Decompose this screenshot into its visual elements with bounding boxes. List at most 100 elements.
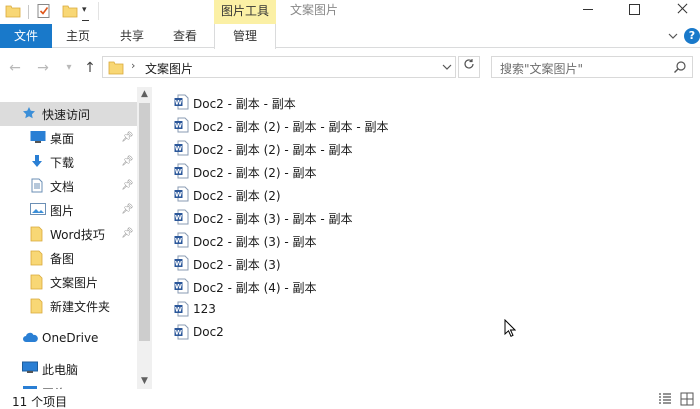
properties-icon[interactable]	[36, 3, 52, 22]
file-name: Doc2 - 副本 (2) - 副本 - 副本	[193, 143, 353, 157]
computer-icon	[22, 361, 38, 378]
sidebar-item-label: Word技巧	[50, 228, 105, 242]
scroll-down-icon[interactable]: ▼	[137, 374, 152, 389]
svg-text:W: W	[175, 306, 182, 314]
sidebar-item-label: 文案图片	[50, 276, 99, 290]
quick-access-dropdown-icon[interactable]: ▾	[82, 3, 89, 21]
navigation-pane: 快速访问 桌面 📌︎ 下载 📌︎ 文档 📌︎ 图片 📌︎ Word技巧 📌︎ 备…	[0, 87, 152, 389]
svg-text:W: W	[175, 145, 182, 153]
star-icon	[22, 106, 36, 123]
folder-icon	[30, 298, 44, 317]
sidebar-item-label: 桌面	[50, 132, 75, 146]
pin-icon[interactable]: 📌︎	[121, 180, 134, 191]
up-arrow-icon[interactable]: ↑	[81, 58, 99, 78]
pin-icon[interactable]: 📌︎	[121, 228, 134, 239]
close-button[interactable]	[660, 0, 700, 22]
sidebar-item-label: 新建文件夹	[50, 300, 111, 314]
divider	[28, 5, 29, 19]
sidebar-item-desktop[interactable]: 桌面 📌︎	[0, 126, 137, 150]
pin-icon[interactable]: 📌︎	[121, 204, 134, 215]
navigation-bar: ← → ▾ ↑ › 文案图片 搜索"文案图片"	[0, 49, 700, 87]
word-document-icon: W	[174, 301, 189, 317]
cloud-icon	[22, 331, 38, 346]
sidebar-item-new-folder[interactable]: 新建文件夹	[0, 294, 137, 318]
recent-locations-icon[interactable]: ▾	[60, 58, 78, 78]
sidebar-item-onedrive[interactable]: OneDrive	[0, 327, 137, 351]
file-name: Doc2 - 副本 (3) - 副本 - 副本	[193, 212, 353, 226]
minimize-button[interactable]	[565, 0, 611, 22]
ribbon-tabs: 文件 主页 共享 查看 管理 ?	[0, 24, 700, 49]
svg-text:W: W	[175, 168, 182, 176]
file-name: Doc2 - 副本 (3) - 副本	[193, 235, 317, 249]
status-bar: 11 个项目	[0, 389, 700, 409]
file-name: Doc2	[193, 325, 224, 339]
new-folder-icon[interactable]	[62, 3, 78, 22]
tab-share[interactable]: 共享	[110, 24, 154, 48]
word-document-icon: W	[174, 94, 189, 110]
folder-icon[interactable]	[5, 3, 21, 22]
file-name: Doc2 - 副本 (3)	[193, 258, 281, 272]
pin-icon[interactable]: 📌︎	[121, 156, 134, 167]
svg-text:W: W	[175, 191, 182, 199]
tab-view[interactable]: 查看	[162, 24, 208, 48]
breadcrumb[interactable]: 文案图片	[145, 60, 193, 77]
tab-home[interactable]: 主页	[56, 24, 100, 48]
chevron-down-icon[interactable]	[666, 29, 680, 43]
nav-pane-scrollbar[interactable]: ▲ ▼	[137, 87, 152, 389]
file-name: Doc2 - 副本 (2) - 副本 - 副本 - 副本	[193, 120, 389, 134]
sidebar-item-copy-images[interactable]: 文案图片	[0, 270, 137, 294]
sidebar-item-label: 文档	[50, 180, 75, 194]
maximize-button[interactable]	[612, 0, 658, 22]
large-icons-view-icon[interactable]	[680, 392, 694, 406]
file-name: Doc2 - 副本 (2) - 副本	[193, 166, 317, 180]
file-name: 123	[193, 302, 216, 316]
folder-icon	[30, 250, 44, 269]
help-button[interactable]: ?	[684, 28, 700, 44]
window-title: 文案图片	[290, 3, 339, 17]
word-document-icon: W	[174, 209, 189, 225]
svg-text:W: W	[175, 283, 182, 291]
search-icon[interactable]	[673, 60, 687, 77]
forward-arrow-icon[interactable]: →	[34, 58, 52, 78]
svg-text:W: W	[175, 329, 182, 337]
title-bar: ▾ 图片工具 文案图片	[0, 0, 700, 24]
back-arrow-icon[interactable]: ←	[6, 58, 24, 78]
word-document-icon: W	[174, 255, 189, 271]
refresh-button[interactable]	[458, 56, 480, 78]
sidebar-item-downloads[interactable]: 下载 📌︎	[0, 150, 137, 174]
folder-icon	[108, 60, 124, 78]
sidebar-item-label: 下载	[50, 156, 75, 170]
address-bar[interactable]: › 文案图片	[102, 56, 456, 78]
folder-icon	[30, 274, 44, 293]
mouse-pointer-icon	[504, 318, 517, 337]
scroll-up-icon[interactable]: ▲	[137, 87, 152, 102]
chevron-right-icon[interactable]: ›	[131, 59, 135, 72]
tab-file[interactable]: 文件	[0, 24, 52, 48]
file-name: Doc2 - 副本 (4) - 副本	[193, 281, 317, 295]
sidebar-item-word-tips[interactable]: Word技巧 📌︎	[0, 222, 137, 246]
file-list: W Doc2 - 副本 - 副本 W Doc2 - 副本 (2) - 副本 - …	[152, 87, 700, 389]
svg-text:W: W	[175, 99, 182, 107]
sidebar-item-documents[interactable]: 文档 📌︎	[0, 174, 137, 198]
sidebar-item-label: 图片	[50, 204, 75, 218]
folder-icon	[30, 226, 44, 245]
file-name: Doc2 - 副本 - 副本	[193, 97, 296, 111]
sidebar-item-network[interactable]: 网络	[0, 381, 137, 389]
picture-icon	[30, 202, 46, 219]
sidebar-item-this-pc[interactable]: 此电脑	[0, 357, 137, 381]
sidebar-item-pictures[interactable]: 图片 📌︎	[0, 198, 137, 222]
details-view-icon[interactable]	[658, 392, 672, 406]
word-document-icon: W	[174, 278, 189, 294]
search-input[interactable]: 搜索"文案图片"	[491, 56, 693, 78]
word-document-icon: W	[174, 140, 189, 156]
tab-manage[interactable]: 管理	[214, 24, 276, 49]
word-document-icon: W	[174, 232, 189, 248]
sidebar-item-backup-images[interactable]: 备图	[0, 246, 137, 270]
scrollbar-thumb[interactable]	[139, 103, 150, 341]
pin-icon[interactable]: 📌︎	[121, 132, 134, 143]
chevron-down-icon[interactable]	[441, 59, 455, 75]
file-name: Doc2 - 副本 (2)	[193, 189, 281, 203]
sidebar-item-quick-access[interactable]: 快速访问	[0, 102, 137, 126]
search-placeholder: 搜索"文案图片"	[500, 62, 584, 76]
download-arrow-icon	[30, 154, 44, 172]
